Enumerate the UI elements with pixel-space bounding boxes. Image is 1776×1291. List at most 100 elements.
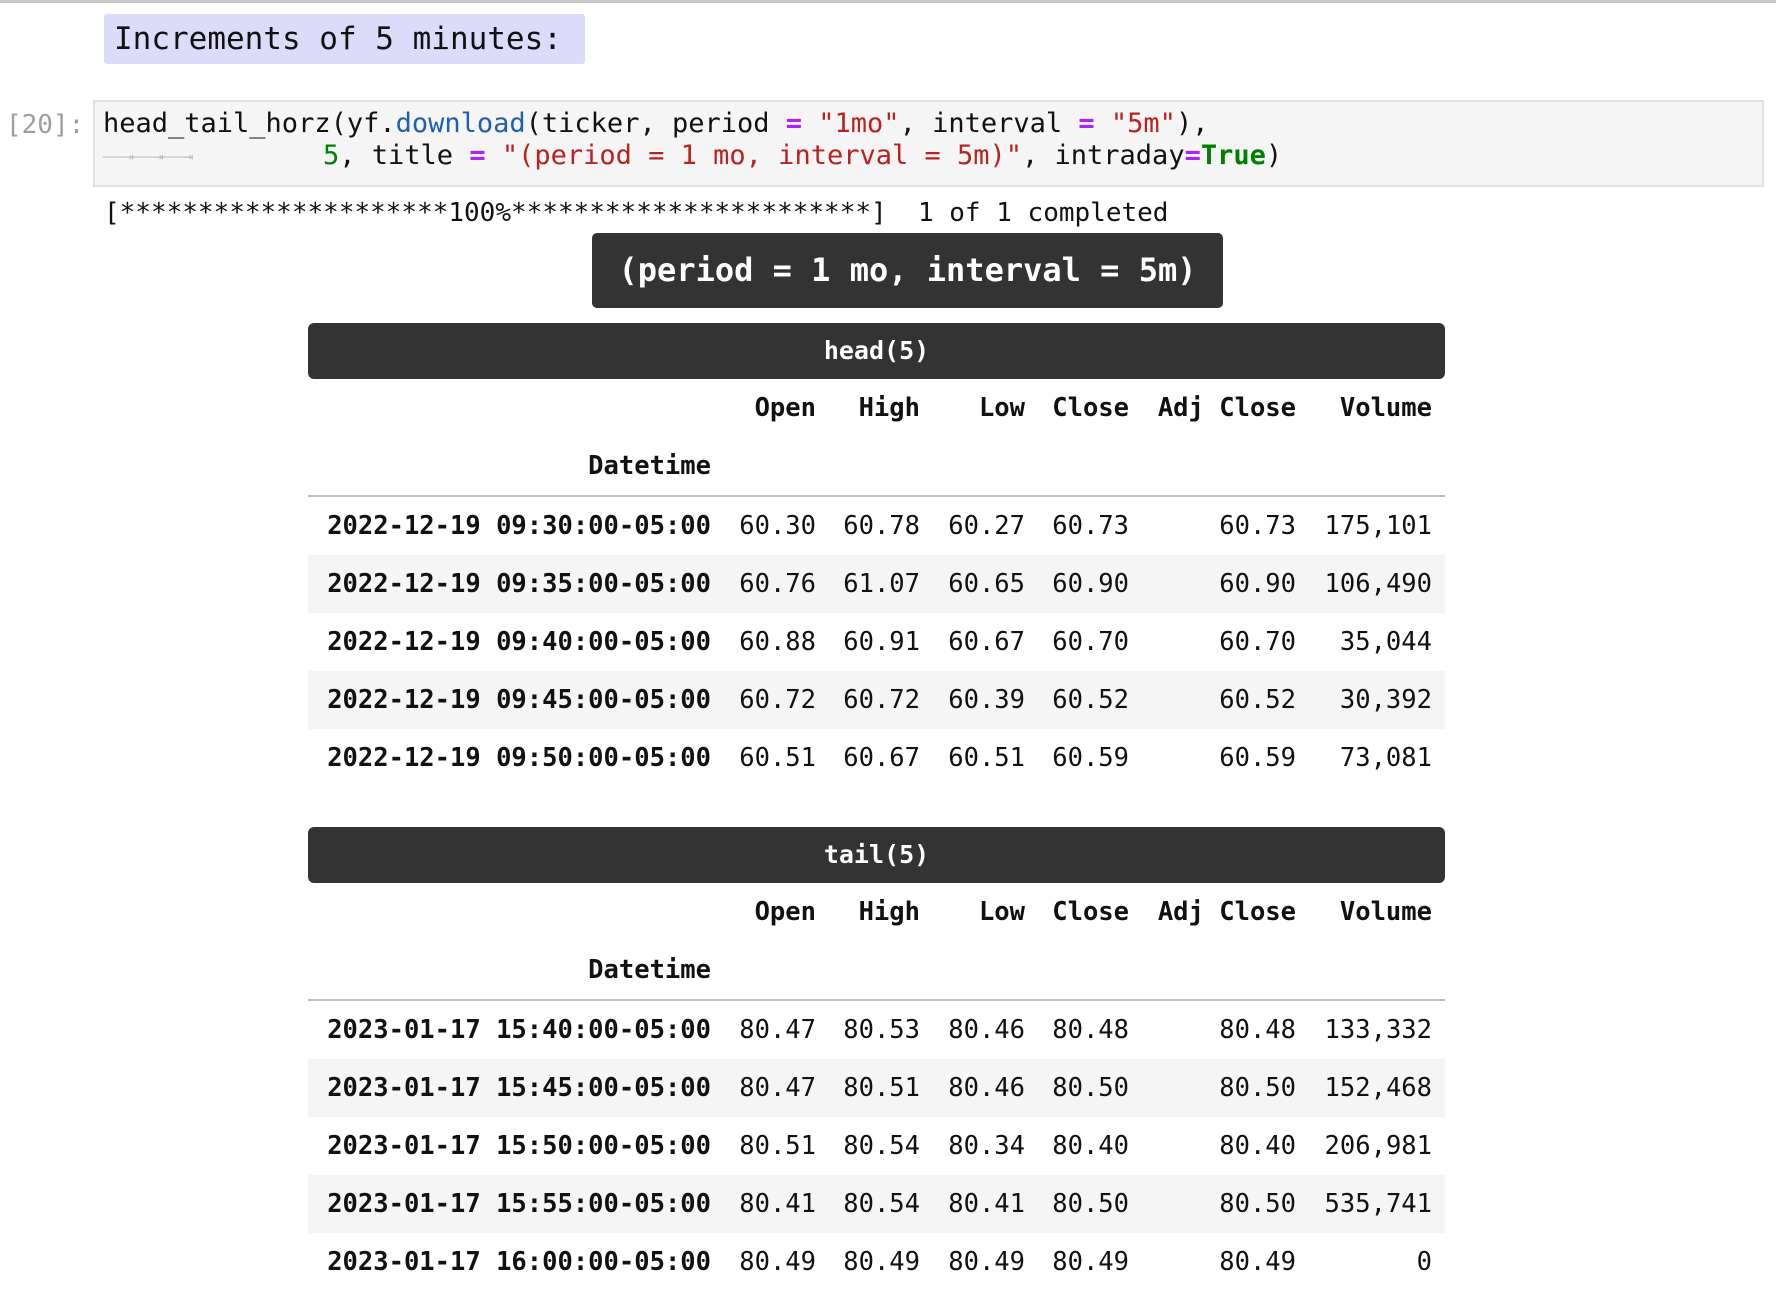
empty-header [724, 437, 829, 497]
table-cell: 73,081 [1339, 743, 1432, 773]
table-cell: 60.65 [948, 569, 1025, 599]
table-cell: 60.59 [1052, 743, 1129, 773]
column-header: Open [754, 393, 816, 423]
table-cell: 133,332 [1324, 1015, 1432, 1045]
table-cell: 80.34 [948, 1131, 1025, 1161]
code-cell[interactable]: head_tail_horz(yf.download(ticker, perio… [93, 100, 1764, 187]
column-header: Low [978, 393, 1025, 423]
code-editor[interactable]: head_tail_horz(yf.download(ticker, perio… [103, 108, 1282, 173]
table-cell: 80.50 [1219, 1073, 1296, 1103]
table-cell: 80.49 [1219, 1247, 1296, 1277]
code-token: , title [339, 140, 470, 171]
head-header-bar: head(5) [308, 323, 1445, 379]
table-cell: 80.47 [739, 1073, 816, 1103]
table-cell: 80.49 [1052, 1247, 1129, 1277]
top-divider [0, 0, 1776, 3]
table-row: 2022-12-19 09:30:00-05:00 60.30 60.78 60.27… [308, 496, 1445, 555]
index-name: Datetime [308, 941, 724, 1001]
table-cell: 106,490 [1324, 569, 1432, 599]
column-header: Volume [1339, 393, 1432, 423]
row-index: 2022-12-19 09:30:00-05:00 [327, 511, 711, 541]
table-cell: 535,741 [1324, 1189, 1432, 1219]
empty-header [724, 941, 829, 1001]
table-row: 2022-12-19 09:50:00-05:00 60.51 60.67 60.51… [308, 729, 1445, 787]
table-cell: 30,392 [1339, 685, 1432, 715]
empty-header [933, 941, 1038, 1001]
table-cell: 60.88 [739, 627, 816, 657]
table-cell: 80.49 [843, 1247, 920, 1277]
table-cell: 80.51 [739, 1131, 816, 1161]
empty-header [829, 941, 933, 1001]
table-cell: 80.49 [739, 1247, 816, 1277]
empty-header [933, 437, 1038, 497]
column-header: Adj Close [1157, 393, 1296, 423]
table-cell: 60.52 [1052, 685, 1129, 715]
code-token-string: "(period = 1 mo, interval = 5m)" [501, 140, 1023, 171]
empty-header [1038, 941, 1142, 1001]
table-cell: 60.90 [1052, 569, 1129, 599]
column-header: Close [1052, 393, 1129, 423]
empty-header [1309, 941, 1445, 1001]
table-cell: 60.72 [843, 685, 920, 715]
row-index: 2023-01-17 15:50:00-05:00 [327, 1131, 711, 1161]
empty-header [1142, 437, 1309, 497]
table-row: 2022-12-19 09:45:00-05:00 60.72 60.72 60.39… [308, 671, 1445, 729]
cell-prompt: [20]: [6, 110, 85, 140]
table-row: 2023-01-17 15:40:00-05:00 80.47 80.53 80.46… [308, 1000, 1445, 1059]
column-header: Close [1052, 897, 1129, 927]
empty-header [1142, 941, 1309, 1001]
empty-header [829, 437, 933, 497]
index-header-blank [308, 883, 724, 941]
code-token-operator: = [1078, 108, 1095, 139]
code-token: ) [1265, 140, 1283, 171]
table-cell: 80.47 [739, 1015, 816, 1045]
table-cell: 60.39 [948, 685, 1025, 715]
table-cell: 80.49 [948, 1247, 1025, 1277]
code-token-string: "1mo" [818, 108, 900, 139]
tab-indent-icon: ———⇥———⇥———⇥ [103, 148, 193, 165]
table-cell: 60.70 [1052, 627, 1129, 657]
table-cell: 152,468 [1324, 1073, 1432, 1103]
row-index: 2022-12-19 09:45:00-05:00 [327, 685, 711, 715]
code-token-operator: = [469, 140, 486, 171]
code-token-operator: = [785, 108, 803, 139]
table-row: 2023-01-17 15:55:00-05:00 80.41 80.54 80.41… [308, 1175, 1445, 1233]
row-index: 2023-01-17 15:45:00-05:00 [327, 1073, 711, 1103]
code-token-number: 5 [323, 140, 340, 171]
table-cell: 60.72 [739, 685, 816, 715]
index-name: Datetime [308, 437, 724, 497]
column-header: Low [978, 897, 1025, 927]
table-cell: 60.91 [843, 627, 920, 657]
table-cell: 60.30 [739, 511, 816, 541]
table-cell: 80.46 [948, 1015, 1025, 1045]
row-index: 2022-12-19 09:50:00-05:00 [327, 743, 711, 773]
code-token: , interval [899, 108, 1079, 139]
row-index: 2022-12-19 09:35:00-05:00 [327, 569, 711, 599]
code-token: (ticker, period [525, 108, 786, 139]
table-cell: 80.50 [1052, 1073, 1129, 1103]
table-cell: 60.70 [1219, 627, 1296, 657]
column-header: Open [754, 897, 816, 927]
table-cell: 80.51 [843, 1073, 920, 1103]
table-row: 2022-12-19 09:40:00-05:00 60.88 60.91 60.67… [308, 613, 1445, 671]
table-cell: 80.48 [1052, 1015, 1129, 1045]
table-cell: 80.41 [739, 1189, 816, 1219]
table-cell: 80.48 [1219, 1015, 1296, 1045]
table-cell: 60.59 [1219, 743, 1296, 773]
table-cell: 80.40 [1219, 1131, 1296, 1161]
table-cell: 80.50 [1219, 1189, 1296, 1219]
column-header: Adj Close [1157, 897, 1296, 927]
table-cell: 35,044 [1339, 627, 1432, 657]
download-progress: [*********************100%**************… [104, 198, 1169, 228]
table-cell: 61.07 [843, 569, 920, 599]
table-cell: 206,981 [1324, 1131, 1432, 1161]
code-token-operator: = [1184, 140, 1201, 171]
table-cell: 80.54 [843, 1189, 920, 1219]
code-token-keyword: True [1200, 140, 1266, 171]
tail-header-bar: tail(5) [308, 827, 1445, 883]
table-cell: 60.67 [948, 627, 1025, 657]
code-token-string: "5m" [1110, 108, 1176, 139]
column-header: High [858, 897, 920, 927]
code-token: , intraday [1022, 140, 1185, 171]
table-cell: 60.73 [1219, 511, 1296, 541]
